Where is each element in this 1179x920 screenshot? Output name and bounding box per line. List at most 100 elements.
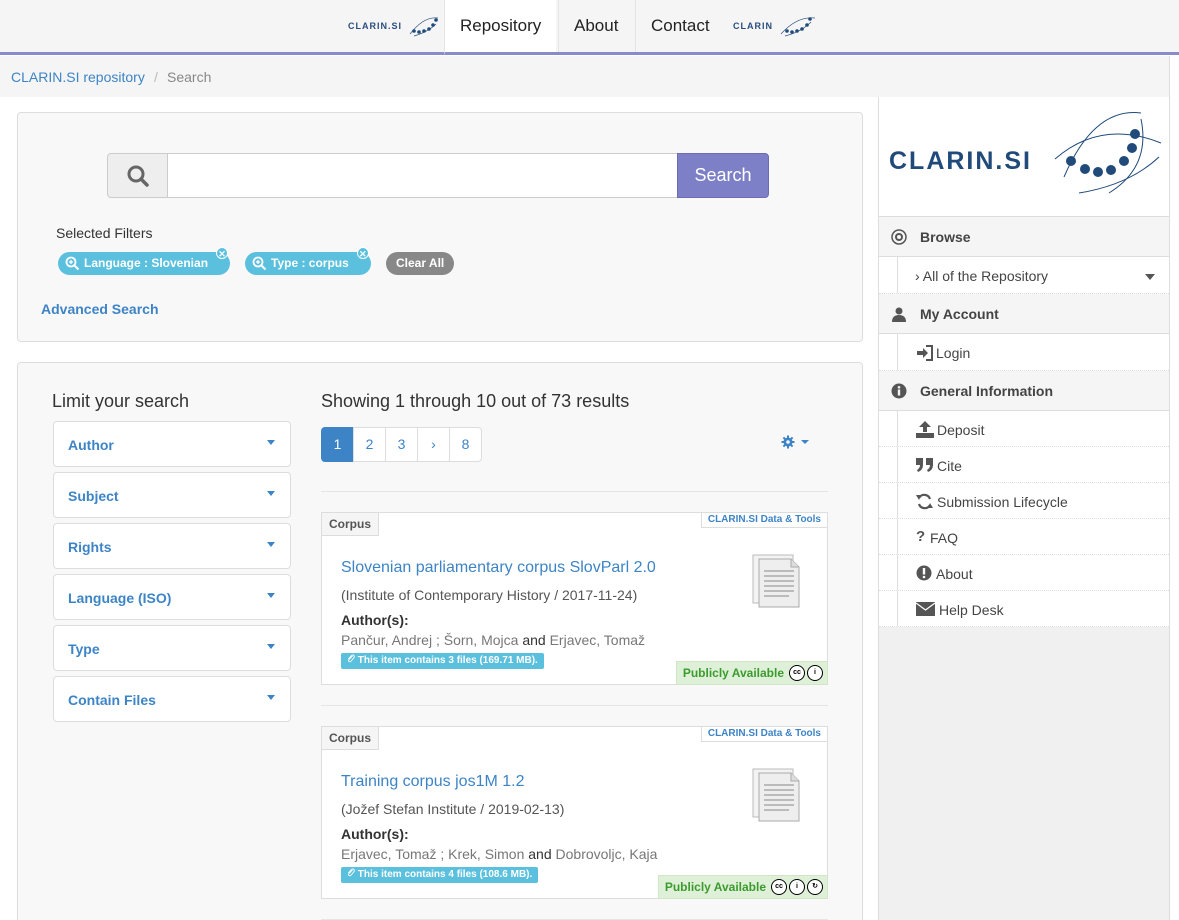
- selected-filters-label: Selected Filters: [56, 225, 153, 241]
- page-1[interactable]: 1: [321, 427, 354, 462]
- search-input[interactable]: [167, 153, 678, 198]
- sa-license-icon: ↻: [807, 879, 823, 895]
- availability-badge[interactable]: Publicly Available cc i ↻: [657, 875, 828, 899]
- facets-title: Limit your search: [52, 391, 190, 411]
- document-thumbnail-icon[interactable]: [749, 767, 805, 823]
- facet-contain-files[interactable]: Contain Files: [53, 676, 291, 722]
- page-3[interactable]: 3: [385, 427, 418, 462]
- sidebar-item-submission-lifecycle[interactable]: Submission Lifecycle: [879, 483, 1169, 519]
- clarin-dots-icon: [409, 17, 439, 37]
- item-date: 2019-02-13: [488, 801, 560, 817]
- clarin-dots-icon: [780, 17, 816, 37]
- availability-text: Publicly Available: [682, 666, 784, 680]
- item-branding-label[interactable]: CLARIN.SI Data & Tools: [700, 726, 828, 742]
- filter-pill-label: Type : corpus: [271, 256, 349, 270]
- clarin-si-logo-small[interactable]: CLARIN.SI: [348, 12, 440, 40]
- item-publisher-date: (Institute of Contemporary History / 201…: [341, 587, 638, 603]
- facet-label: Type: [68, 641, 100, 657]
- cc-license-icon: cc: [771, 879, 787, 895]
- results-summary: Showing 1 through 10 out of 73 results: [321, 391, 630, 411]
- document-thumbnail-icon[interactable]: [749, 553, 805, 609]
- tree-line: [897, 555, 898, 590]
- tab-about[interactable]: About: [558, 0, 633, 52]
- author-link[interactable]: Erjavec, Tomaž: [341, 846, 436, 862]
- breadcrumb: CLARIN.SI repository / Search: [0, 56, 1170, 97]
- sidebar-item-cite[interactable]: Cite: [879, 447, 1169, 483]
- breadcrumb-current: Search: [167, 69, 212, 85]
- refresh-icon: [916, 493, 933, 510]
- sidebar-item-label: Help Desk: [939, 602, 1004, 618]
- clear-all-button[interactable]: Clear All: [386, 252, 455, 275]
- divider: [321, 491, 828, 492]
- caret-down-icon: [267, 695, 275, 700]
- by-license-icon: i: [789, 879, 805, 895]
- facet-label: Contain Files: [68, 692, 156, 708]
- availability-badge[interactable]: Publicly Available cc i: [675, 661, 828, 685]
- results-panel: Limit your search Author Subject Rights …: [17, 362, 863, 920]
- facet-label: Language (ISO): [68, 590, 172, 606]
- browse-target-icon: [891, 229, 907, 245]
- facet-language[interactable]: Language (ISO): [53, 574, 291, 620]
- sidebar-heading-label: My Account: [920, 306, 999, 322]
- search-icon: [127, 165, 149, 187]
- tree-line: [897, 334, 898, 370]
- facet-rights[interactable]: Rights: [53, 523, 291, 569]
- facet-subject[interactable]: Subject: [53, 472, 291, 518]
- tree-line: [897, 411, 898, 446]
- sidebar-item-help-desk[interactable]: Help Desk: [879, 591, 1169, 627]
- login-icon: [917, 345, 933, 361]
- sidebar-heading-browse: Browse: [879, 217, 1169, 257]
- page-next[interactable]: ›: [417, 427, 450, 462]
- page-2[interactable]: 2: [353, 427, 386, 462]
- author-link[interactable]: Krek, Simon: [448, 846, 524, 862]
- author-link[interactable]: Erjavec, Tomaž: [550, 632, 645, 648]
- sidebar-heading-my-account: My Account: [879, 294, 1169, 334]
- author-link[interactable]: Dobrovoljc, Kaja: [556, 846, 658, 862]
- advanced-search-link[interactable]: Advanced Search: [41, 301, 159, 317]
- sidebar-item-label: FAQ: [930, 530, 959, 546]
- search-button[interactable]: Search: [677, 153, 769, 198]
- clarin-si-logo[interactable]: CLARIN.SI: [879, 97, 1169, 217]
- tab-contact[interactable]: Contact: [635, 0, 725, 52]
- item-branding-label[interactable]: CLARIN.SI Data & Tools: [700, 512, 828, 528]
- filter-pill-language[interactable]: Language : Slovenian ✕: [58, 247, 231, 275]
- author-link[interactable]: Šorn, Mojca: [444, 632, 519, 648]
- tab-repository[interactable]: Repository: [444, 0, 557, 55]
- remove-filter-icon[interactable]: ✕: [216, 247, 229, 259]
- item-publisher: Institute of Contemporary History: [345, 587, 551, 603]
- user-icon: [892, 307, 906, 322]
- sidebar-item-label: About: [936, 566, 973, 582]
- facet-type[interactable]: Type: [53, 625, 291, 671]
- breadcrumb-separator: /: [154, 69, 158, 85]
- author-link[interactable]: Pančur, Andrej: [341, 632, 432, 648]
- item-title-link[interactable]: Slovenian parliamentary corpus SlovParl …: [341, 559, 656, 577]
- item-files-text: This item contains 3 files (169.71 MB).: [357, 655, 538, 666]
- breadcrumb-home-link[interactable]: CLARIN.SI repository: [11, 69, 145, 85]
- exclamation-icon: [916, 565, 932, 581]
- sidebar-heading-label: General Information: [920, 383, 1054, 399]
- facet-label: Subject: [68, 488, 119, 504]
- sidebar-heading-label: Browse: [920, 229, 971, 245]
- sidebar-item-about[interactable]: About: [879, 555, 1169, 591]
- tree-line: [897, 257, 898, 293]
- search-addon: [107, 153, 168, 198]
- sidebar-item-login[interactable]: Login: [879, 334, 1169, 371]
- result-item: Corpus CLARIN.SI Data & Tools Slovenian …: [321, 512, 828, 685]
- sort-options-button[interactable]: [781, 435, 809, 449]
- sidebar-item-label: Deposit: [937, 422, 985, 438]
- facet-label: Rights: [68, 539, 112, 555]
- filter-pill-type[interactable]: Type : corpus ✕: [245, 247, 371, 275]
- zoom-in-icon: [252, 256, 267, 271]
- item-date: 2017-11-24: [561, 587, 633, 603]
- sidebar-item-deposit[interactable]: Deposit: [879, 411, 1169, 447]
- sidebar-item-faq[interactable]: ? FAQ: [879, 519, 1169, 555]
- remove-filter-icon[interactable]: ✕: [356, 247, 369, 259]
- facet-author[interactable]: Author: [53, 421, 291, 467]
- page-last[interactable]: 8: [449, 427, 482, 462]
- sidebar-item-all-repository[interactable]: › All of the Repository: [879, 257, 1169, 294]
- paperclip-icon: [347, 654, 355, 663]
- clarin-logo-small[interactable]: CLARIN: [733, 12, 817, 40]
- tree-line: [897, 591, 898, 626]
- caret-down-icon[interactable]: [1145, 274, 1155, 280]
- item-title-link[interactable]: Training corpus jos1M 1.2: [341, 773, 525, 791]
